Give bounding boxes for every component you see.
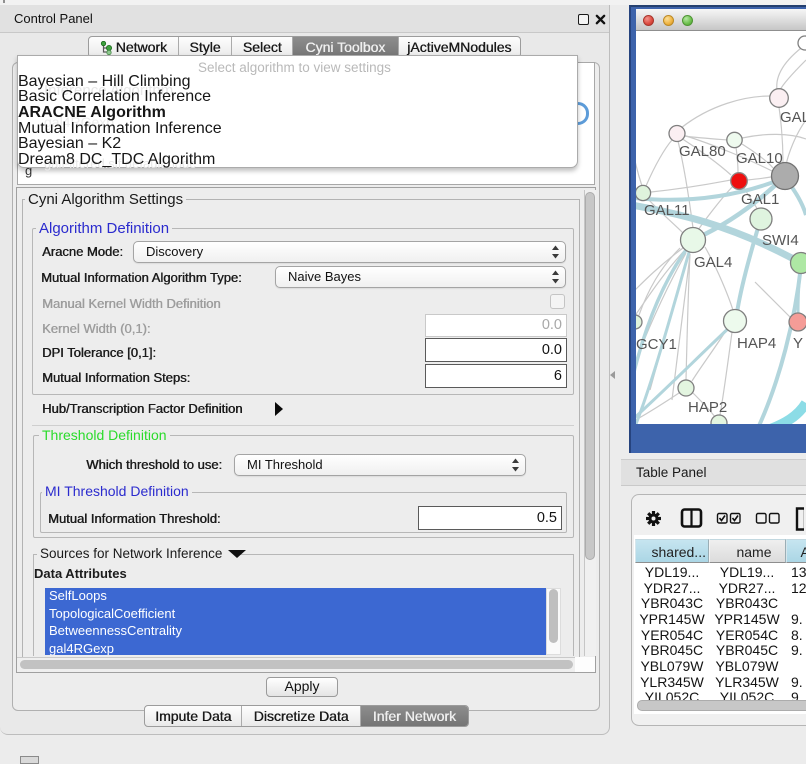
svg-text:GAL10: GAL10 [736, 150, 783, 167]
svg-text:GAL: GAL [780, 109, 806, 126]
svg-text:GAL80: GAL80 [679, 143, 726, 160]
svg-text:GAL11: GAL11 [644, 202, 690, 219]
svg-text:SWI4: SWI4 [762, 232, 799, 249]
svg-text:HAP4: HAP4 [737, 335, 776, 352]
svg-text:HAP2: HAP2 [688, 399, 727, 416]
svg-text:Y: Y [793, 335, 803, 352]
svg-text:GCY1: GCY1 [636, 336, 677, 353]
svg-text:GAL4: GAL4 [694, 254, 732, 271]
svg-text:GAL1: GAL1 [741, 191, 779, 208]
